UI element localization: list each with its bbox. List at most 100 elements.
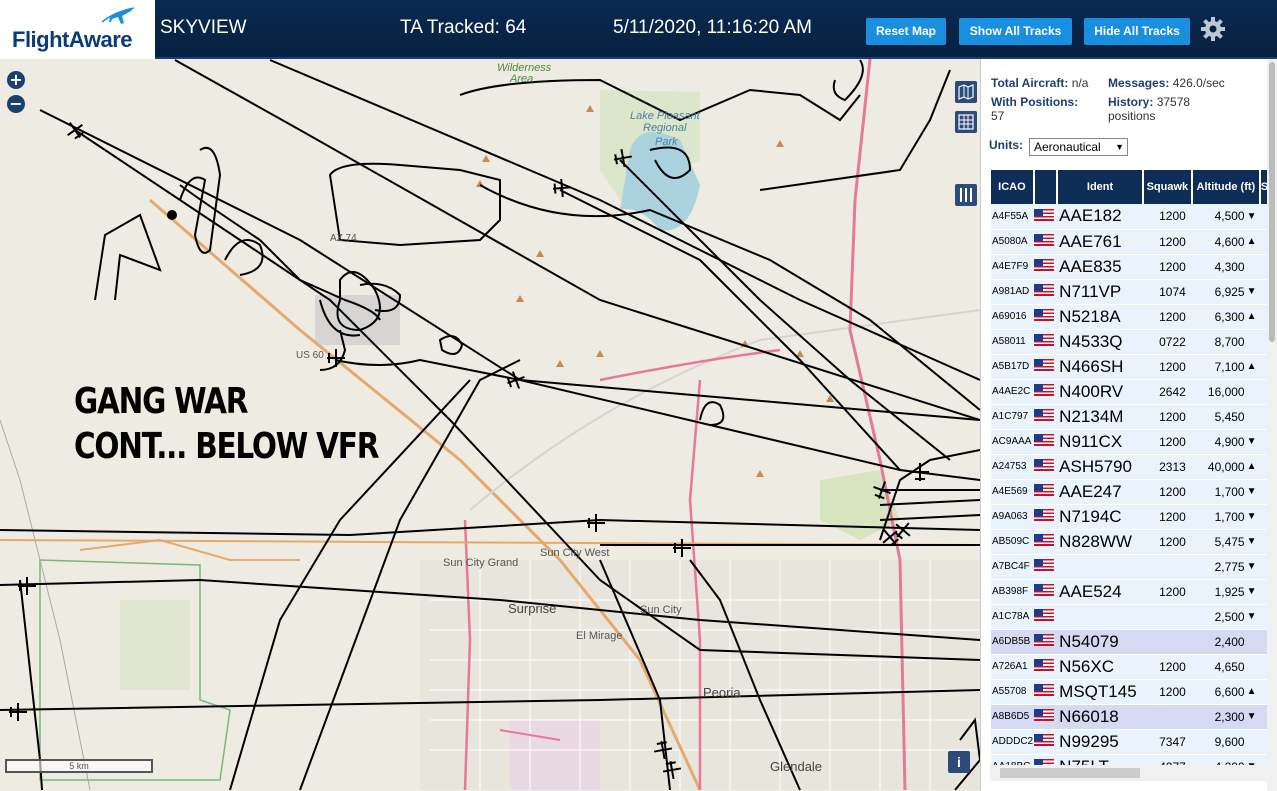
table-row[interactable]: A6DB5B N54079 2,400 <box>991 629 1276 655</box>
table-row[interactable]: AC9AAA N911CX 1200 4,900 ▼ <box>991 429 1276 455</box>
altitude-cell: 2,300 <box>1191 704 1247 730</box>
ident-cell: N400RV <box>1057 379 1143 405</box>
us-flag-icon <box>1033 584 1054 596</box>
table-row[interactable]: A7BC4F 2,775 ▼ <box>991 554 1276 580</box>
trend-cell: ▼ <box>1246 604 1260 630</box>
trend-cell: ▲ <box>1246 354 1260 380</box>
table-row[interactable]: A5B17D N466SH 1200 7,100 ▲ <box>991 354 1276 380</box>
trend-cell <box>1246 254 1260 280</box>
altitude-cell: 5,450 <box>1191 404 1247 430</box>
zoom-in-button[interactable]: + <box>7 71 25 89</box>
trend-cell: ▼ <box>1246 504 1260 530</box>
label-lake2: Regional <box>643 122 687 134</box>
ident-cell: AAE761 <box>1057 229 1143 255</box>
ident-cell: N711VP <box>1057 279 1143 305</box>
table-row[interactable]: A1C797 N2134M 1200 5,450 <box>991 404 1276 430</box>
us-flag-icon <box>1033 734 1054 746</box>
table-row[interactable]: AB398F AAE524 1200 1,925 ▼ <box>991 579 1276 605</box>
reset-map-button[interactable]: Reset Map <box>866 18 946 45</box>
trend-cell: ▲ <box>1246 229 1260 255</box>
col-flag[interactable] <box>1033 170 1059 204</box>
icao-cell: A726A1 <box>991 654 1034 680</box>
altitude-cell: 4,900 <box>1191 429 1247 455</box>
icao-cell: A4AE2C <box>991 379 1034 405</box>
ident-cell: N5218A <box>1057 304 1143 330</box>
zoom-out-button[interactable]: − <box>7 95 25 113</box>
table-row[interactable]: A4F55A AAE182 1200 4,500 ▼ <box>991 204 1276 230</box>
header-bar: FlightAware SKYVIEW TA Tracked: 64 5/11/… <box>0 0 1277 59</box>
altitude-cell: 40,000 <box>1191 454 1247 480</box>
table-row[interactable]: A8B6D5 N66018 2,300 ▼ <box>991 704 1276 730</box>
altitude-cell: 4,500 <box>1191 204 1247 230</box>
table-row[interactable]: A58011 N4533Q 0722 8,700 <box>991 329 1276 355</box>
messages-label: Messages: <box>1108 76 1170 90</box>
ident-cell: N911CX <box>1057 429 1143 455</box>
icao-cell: A8B6D5 <box>991 704 1034 730</box>
trend-cell: ▼ <box>1246 704 1260 730</box>
grid-icon[interactable] <box>955 111 977 133</box>
history-stat: History: 37578 positions <box>1108 95 1190 123</box>
hide-all-tracks-button[interactable]: Hide All Tracks <box>1084 18 1190 45</box>
with-positions-value: 57 <box>991 109 1005 123</box>
squawk-cell <box>1142 554 1192 580</box>
gear-icon[interactable] <box>1200 16 1226 42</box>
flag-cell <box>1033 379 1058 405</box>
table-row[interactable]: A24753 ASH5790 2313 40,000 ▲ <box>991 454 1276 480</box>
table-row[interactable]: A726A1 N56XC 1200 4,650 <box>991 654 1276 680</box>
table-row[interactable]: A5080A AAE761 1200 4,600 ▲ <box>991 229 1276 255</box>
table-row[interactable]: A4AE2C N400RV 2642 16,000 <box>991 379 1276 405</box>
ident-cell: N99295 <box>1057 729 1143 755</box>
table-row[interactable]: A1C78A 2,500 ▼ <box>991 604 1276 630</box>
col-icao[interactable]: ICAO <box>991 170 1035 204</box>
show-all-tracks-button[interactable]: Show All Tracks <box>959 18 1072 45</box>
table-row[interactable]: ADDDC2 N99295 7347 9,600 <box>991 729 1276 755</box>
vertical-scroll-thumb[interactable] <box>1269 62 1275 342</box>
trend-cell: ▼ <box>1246 554 1260 580</box>
label-surprise: Surprise <box>508 601 556 616</box>
table-row[interactable]: AB509C N828WW 1200 5,475 ▼ <box>991 529 1276 555</box>
table-row[interactable]: A69016 N5218A 1200 6,300 ▲ <box>991 304 1276 330</box>
ident-cell: AAE247 <box>1057 479 1143 505</box>
label-el-mirage: El Mirage <box>576 630 622 642</box>
icao-cell: ADDDC2 <box>991 729 1034 755</box>
us-flag-icon <box>1033 634 1054 646</box>
squawk-cell: 1200 <box>1142 204 1192 230</box>
altitude-cell: 16,000 <box>1191 379 1247 405</box>
map-view[interactable]: Wilderness Area Lake Pleasant Regional P… <box>0 59 980 791</box>
flag-cell <box>1033 254 1058 280</box>
col-squawk[interactable]: Squawk <box>1142 170 1193 204</box>
table-row[interactable]: A981AD N711VP 1074 6,925 ▼ <box>991 279 1276 305</box>
ident-cell: N7194C <box>1057 504 1143 530</box>
squawk-cell: 1200 <box>1142 429 1192 455</box>
total-aircraft-stat: Total Aircraft: n/a <box>991 76 1088 90</box>
total-aircraft-value: n/a <box>1071 76 1089 90</box>
skyview-app: FlightAware SKYVIEW TA Tracked: 64 5/11/… <box>0 0 1277 791</box>
col-altitude[interactable]: Altitude (ft) <box>1191 170 1261 204</box>
overlay-annotation: GANG WAR CONT... BELOW VFR <box>74 379 379 469</box>
info-button[interactable]: i <box>948 751 970 773</box>
squawk-cell: 1200 <box>1142 479 1192 505</box>
columns-icon[interactable] <box>955 184 977 206</box>
table-row[interactable]: A4E7F9 AAE835 1200 4,300 <box>991 254 1276 280</box>
table-row[interactable]: A55708 MSQT145 1200 6,600 ▲ <box>991 679 1276 705</box>
flightaware-logo[interactable]: FlightAware <box>0 0 155 59</box>
altitude-cell: 6,600 <box>1191 679 1247 705</box>
col-ident[interactable]: Ident <box>1057 170 1144 204</box>
messages-stat: Messages: 426.0/sec <box>1108 76 1225 90</box>
icao-cell: AB398F <box>991 579 1034 605</box>
squawk-cell: 2642 <box>1142 379 1192 405</box>
ident-cell: N2134M <box>1057 404 1143 430</box>
table-row[interactable]: A4E569 AAE247 1200 1,700 ▼ <box>991 479 1276 505</box>
icao-cell: A9A063 <box>991 504 1034 530</box>
altitude-cell: 4,650 <box>1191 654 1247 680</box>
trend-cell: ▼ <box>1246 579 1260 605</box>
table-row[interactable]: A9A063 N7194C 1200 1,700 ▼ <box>991 504 1276 530</box>
squawk-cell: 1200 <box>1142 654 1192 680</box>
map-layer-icon[interactable] <box>955 81 977 103</box>
horizontal-scroll-thumb[interactable] <box>1000 768 1140 778</box>
flag-cell <box>1033 529 1058 555</box>
trend-cell <box>1246 629 1260 655</box>
units-select[interactable]: Aeronautical ▼ <box>1029 138 1128 156</box>
us-flag-icon <box>1033 284 1054 296</box>
trend-cell: ▲ <box>1246 679 1260 705</box>
